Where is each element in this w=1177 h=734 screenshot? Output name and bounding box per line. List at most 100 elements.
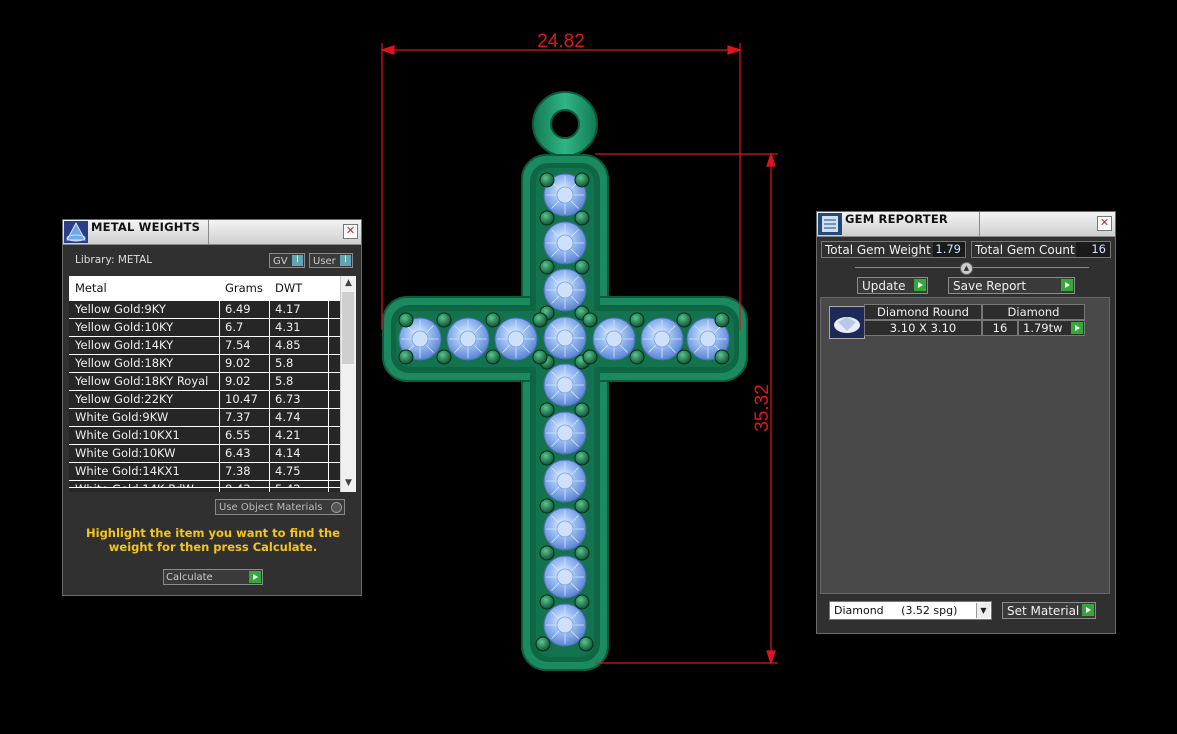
prong xyxy=(539,259,555,275)
prong xyxy=(539,594,555,610)
set-material-label: Set Material xyxy=(1007,604,1080,618)
play-arrow-icon xyxy=(1061,279,1073,291)
width-dimension-label: 24.82 xyxy=(537,31,585,52)
gem-reporter-title: GEM REPORTER xyxy=(845,212,948,226)
table-row[interactable]: Yellow Gold:14KY 7.54 4.85 xyxy=(69,336,341,354)
table-row[interactable]: White Gold:9KW 7.37 4.74 xyxy=(69,408,341,426)
metal-weights-title: METAL WEIGHTS xyxy=(91,220,201,234)
dwt-cell: 5.8 xyxy=(275,374,294,388)
set-material-button[interactable]: Set Material xyxy=(1002,602,1096,619)
metal-weights-titlebar[interactable]: METAL WEIGHTS ✕ xyxy=(63,220,361,245)
update-button[interactable]: Update xyxy=(857,277,928,294)
gem-weight-value: 1.79tw xyxy=(1023,321,1063,335)
prong xyxy=(714,312,730,328)
table-scrollbar[interactable]: ▲ ▼ xyxy=(340,276,356,492)
grams-cell: 6.7 xyxy=(225,320,244,334)
prong xyxy=(574,172,590,188)
prong xyxy=(574,594,590,610)
prong xyxy=(539,450,555,466)
chevron-down-icon[interactable]: ▼ xyxy=(976,603,990,618)
collapse-arrow-icon[interactable]: ▲ xyxy=(960,262,973,275)
gem-report-icon xyxy=(818,213,842,235)
table-row[interactable]: Yellow Gold:9KY 6.49 4.17 xyxy=(69,300,341,318)
metal-name-cell: Yellow Gold:18KY xyxy=(75,356,174,370)
prong xyxy=(539,545,555,561)
toggle-knob-icon: I xyxy=(340,255,351,266)
total-gem-weight-label: Total Gem Weight xyxy=(825,243,931,257)
play-arrow-icon xyxy=(249,571,261,583)
table-row[interactable]: White Gold:14KX1 7.38 4.75 xyxy=(69,462,341,480)
prong xyxy=(485,349,501,365)
prong xyxy=(436,312,452,328)
gem-weight-cell[interactable]: 1.79tw xyxy=(1018,320,1085,336)
close-icon[interactable]: ✕ xyxy=(343,224,358,239)
table-row[interactable]: White Gold:10KW 6.43 4.14 xyxy=(69,444,341,462)
scroll-up-icon[interactable]: ▲ xyxy=(343,278,354,290)
dwt-cell: 4.31 xyxy=(275,320,301,334)
save-report-button[interactable]: Save Report xyxy=(948,277,1075,294)
total-gem-count-value: 16 xyxy=(1076,242,1110,257)
prong xyxy=(574,498,590,514)
prong xyxy=(532,349,548,365)
total-gem-weight-value: 1.79 xyxy=(933,242,965,257)
prong xyxy=(574,450,590,466)
gv-toggle[interactable]: GV I xyxy=(269,253,305,268)
table-row[interactable]: White Gold:10KX1 6.55 4.21 xyxy=(69,426,341,444)
gem-material-cell: Diamond xyxy=(982,304,1085,320)
diamond-gem-icon[interactable] xyxy=(829,306,865,339)
prong xyxy=(582,349,598,365)
play-arrow-icon xyxy=(1071,322,1083,334)
column-header-metal[interactable]: Metal xyxy=(75,281,107,295)
prong xyxy=(532,312,548,328)
dwt-cell: 4.14 xyxy=(275,446,301,460)
table-row[interactable]: Yellow Gold:10KY 6.7 4.31 xyxy=(69,318,341,336)
dwt-cell: 4.74 xyxy=(275,410,301,424)
total-gem-weight-field: Total Gem Weight 1.79 xyxy=(821,241,966,258)
prong xyxy=(436,349,452,365)
prong xyxy=(574,259,590,275)
toggle-knob-icon: I xyxy=(292,255,303,266)
dwt-cell: 5.8 xyxy=(275,356,294,370)
title-separator xyxy=(979,212,980,236)
prong xyxy=(676,312,692,328)
prong xyxy=(485,312,501,328)
prong xyxy=(539,210,555,226)
column-divider xyxy=(269,276,270,492)
metal-weights-icon xyxy=(64,221,88,243)
prong xyxy=(539,402,555,418)
gv-toggle-label: GV xyxy=(273,256,288,267)
total-gem-count-field: Total Gem Count 16 xyxy=(971,241,1111,258)
table-row[interactable]: Yellow Gold:18KY Royal 9.02 5.8 xyxy=(69,372,341,390)
scroll-down-icon[interactable]: ▼ xyxy=(343,478,354,490)
metal-table[interactable]: Metal Grams DWT Yellow Gold:9KY 6.49 4.17 Y… xyxy=(69,276,356,492)
table-row[interactable]: Yellow Gold:18KY 9.02 5.8 xyxy=(69,354,341,372)
column-divider xyxy=(328,276,329,492)
use-object-materials-label: Use Object Materials xyxy=(219,502,323,513)
metal-name-cell: Yellow Gold:10KY xyxy=(75,320,174,334)
scroll-thumb[interactable] xyxy=(342,292,354,364)
prong xyxy=(398,312,414,328)
gem-reporter-panel: GEM REPORTER ✕ Total Gem Weight 1.79 Tot… xyxy=(816,211,1116,634)
dwt-cell: 4.21 xyxy=(275,428,301,442)
user-toggle[interactable]: User I xyxy=(309,253,353,268)
calculate-button[interactable]: Calculate xyxy=(163,569,263,585)
total-gem-count-label: Total Gem Count xyxy=(975,243,1075,257)
material-select[interactable]: Diamond (3.52 spg) ▼ xyxy=(829,601,992,620)
prong xyxy=(539,172,555,188)
metal-name-cell: White Gold:10KW xyxy=(75,446,176,460)
column-header-grams[interactable]: Grams xyxy=(225,281,263,295)
column-header-dwt[interactable]: DWT xyxy=(275,281,302,295)
use-object-materials-button[interactable]: Use Object Materials xyxy=(215,499,345,515)
play-arrow-icon xyxy=(914,279,926,291)
material-select-value: Diamond (3.52 spg) xyxy=(834,604,958,617)
gem-reporter-titlebar[interactable]: GEM REPORTER ✕ xyxy=(817,212,1115,237)
prong xyxy=(539,498,555,514)
user-toggle-label: User xyxy=(313,256,336,267)
prong xyxy=(629,312,645,328)
radio-icon xyxy=(331,502,342,513)
close-icon[interactable]: ✕ xyxy=(1097,216,1112,231)
prong xyxy=(629,349,645,365)
column-divider xyxy=(219,276,220,492)
play-arrow-icon xyxy=(1082,604,1094,616)
table-row[interactable]: Yellow Gold:22KY 10.47 6.73 xyxy=(69,390,341,408)
